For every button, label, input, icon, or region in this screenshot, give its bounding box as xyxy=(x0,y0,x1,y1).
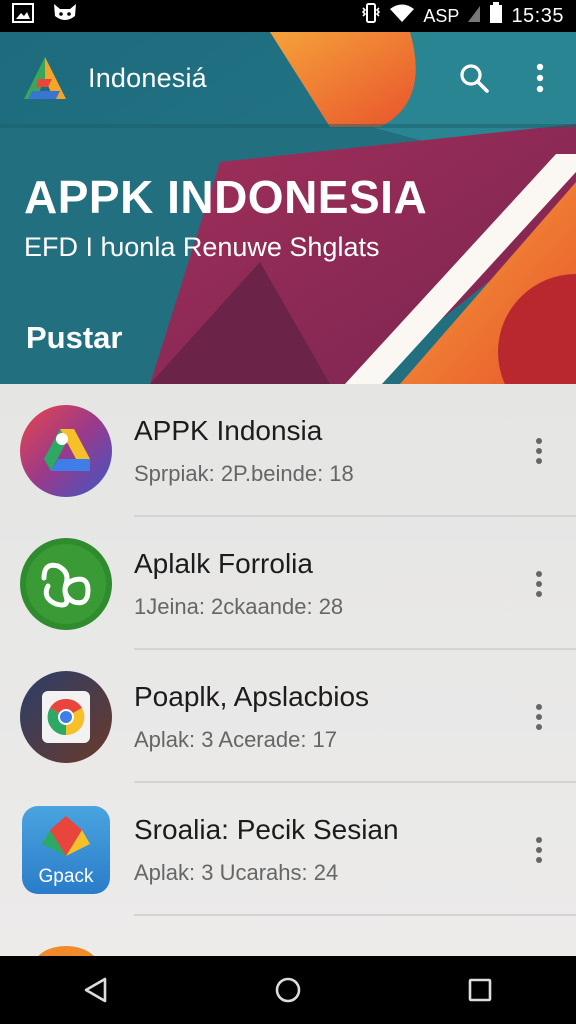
list-item-subtitle: Aplak: 3 Ucarahs: 24 xyxy=(134,859,339,885)
list-item-subtitle: Aplak: 3 Acerade: 17 xyxy=(134,726,338,752)
gpack-icon-label: Gpack xyxy=(39,866,94,887)
back-icon[interactable] xyxy=(66,960,126,1020)
hero-subtitle: EFD I ƕonla Renuwe Shglats xyxy=(24,232,380,262)
gpack-app-icon: Gpack xyxy=(20,804,112,896)
list-item-title: Poaplk, Apslacbios xyxy=(134,680,370,712)
search-icon[interactable] xyxy=(456,60,492,96)
partial-app-icon xyxy=(34,946,98,956)
item-more-icon[interactable] xyxy=(524,830,554,870)
drive-style-app-icon xyxy=(20,404,112,497)
navigation-bar xyxy=(0,956,576,1024)
app-logo-icon xyxy=(18,51,72,105)
clock: 15:35 xyxy=(511,4,564,27)
app-bar: Indonesiá xyxy=(0,32,576,124)
recents-icon[interactable] xyxy=(450,960,510,1020)
item-more-icon[interactable] xyxy=(524,431,554,471)
list-item-title: APPK Indonsia xyxy=(134,414,323,446)
item-more-icon[interactable] xyxy=(524,564,554,604)
list-item-subtitle: 1Jeina: 2ckaande: 28 xyxy=(134,593,344,619)
battery-icon xyxy=(489,2,503,30)
wifi-icon xyxy=(389,3,415,29)
app-list: APPK Indonsia Sprpiak: 2P.beinde: 18 Apl… xyxy=(0,384,576,956)
more-vert-icon[interactable] xyxy=(522,60,558,96)
list-item[interactable]: Poaplk, Apslacbios Aplak: 3 Acerade: 17 xyxy=(0,650,576,783)
home-icon[interactable] xyxy=(258,960,318,1020)
phone-screen: ASP 15:35 Indonesiá APPK INDONESIA EFD I… xyxy=(0,0,576,1024)
app-title: Indonesiá xyxy=(88,62,207,93)
item-more-icon[interactable] xyxy=(524,697,554,737)
hero-banner: Indonesiá APPK INDONESIA EFD I ƕonla Ren… xyxy=(0,32,576,384)
green-knot-app-icon xyxy=(20,537,112,630)
list-item[interactable]: Gpack Sroalia: Pecik Sesian Aplak: 3 Uca… xyxy=(0,783,576,916)
list-item-title: Sroalia: Pecik Sesian xyxy=(134,813,399,845)
list-item[interactable]: Aplalk Forrolia 1Jeina: 2ckaande: 28 xyxy=(0,517,576,650)
list-item-title: Aplalk Forrolia xyxy=(134,547,313,579)
chrome-style-app-icon xyxy=(20,670,112,763)
signal-icon xyxy=(467,3,481,29)
list-item-subtitle: Sprpiak: 2P.beinde: 18 xyxy=(134,460,354,486)
status-bar: ASP 15:35 xyxy=(0,0,576,32)
cat-icon xyxy=(52,2,78,30)
carrier-label: ASP xyxy=(423,5,460,26)
hero-cta-button[interactable]: Pustar xyxy=(26,320,122,356)
gallery-icon xyxy=(12,3,34,29)
vibrate-icon xyxy=(361,2,381,30)
hero-title: APPK INDONESIA xyxy=(24,171,428,223)
list-item[interactable]: APPK Indonsia Sprpiak: 2P.beinde: 18 xyxy=(0,384,576,517)
